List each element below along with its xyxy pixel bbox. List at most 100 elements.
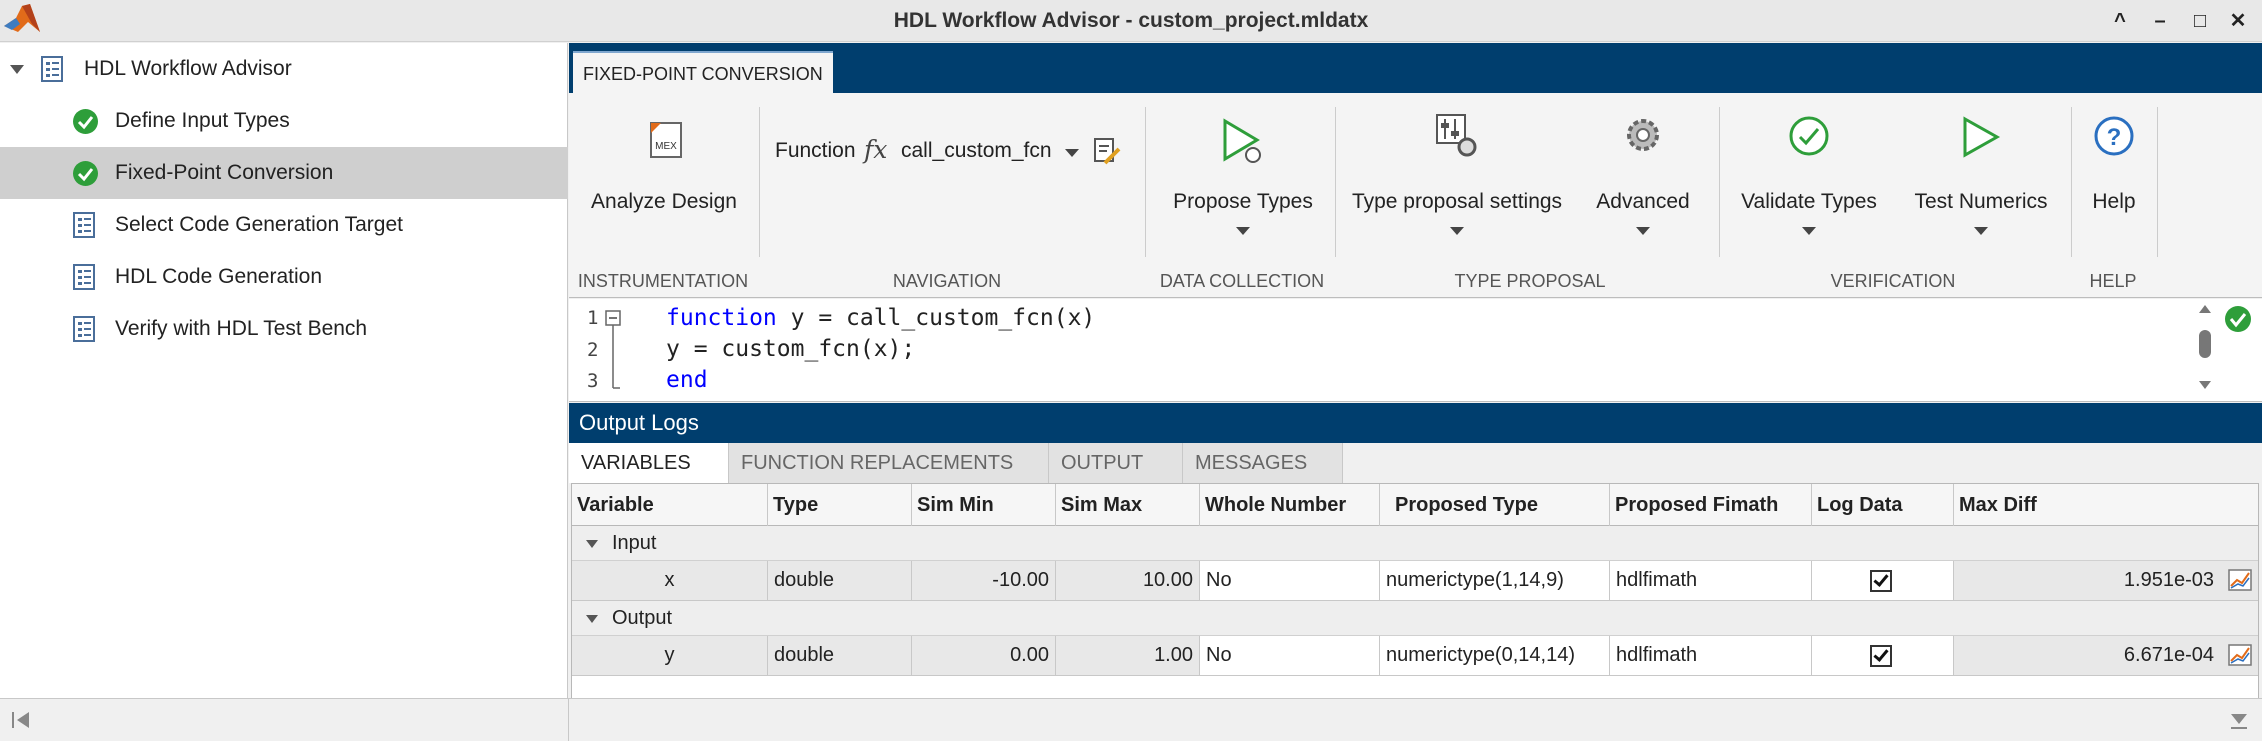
- log-data-checkbox[interactable]: [1870, 570, 1892, 592]
- tree-item-label: HDL Code Generation: [115, 265, 323, 288]
- play-gauge-icon: [1223, 118, 1261, 163]
- code-fold-icon[interactable]: [605, 310, 621, 396]
- svg-text:?: ?: [2107, 124, 2122, 151]
- help-button[interactable]: ? Help: [2077, 107, 2151, 237]
- svg-text:MEX: MEX: [655, 141, 677, 152]
- scroll-up-icon[interactable]: [2199, 305, 2211, 313]
- tree-item-define-input-types[interactable]: Define Input Types: [0, 95, 568, 147]
- tab-output[interactable]: OUTPUT: [1049, 443, 1183, 483]
- analyze-design-button[interactable]: MEX Analyze Design: [579, 107, 749, 237]
- expand-caret-icon[interactable]: [10, 65, 24, 74]
- tree-root-item[interactable]: HDL Workflow Advisor: [0, 43, 568, 95]
- dropdown-arrow-icon[interactable]: [1636, 227, 1650, 235]
- column-header[interactable]: Max Diff: [1954, 484, 2258, 526]
- collapse-window-button[interactable]: ^: [2107, 8, 2133, 34]
- cell-whole-number[interactable]: No: [1200, 636, 1380, 675]
- section-divider: [2157, 107, 2158, 257]
- tree-root-label: HDL Workflow Advisor: [84, 57, 292, 80]
- tab-variables[interactable]: VARIABLES: [569, 443, 729, 483]
- column-header[interactable]: Sim Min: [912, 484, 1056, 526]
- column-header[interactable]: Whole Number: [1200, 484, 1380, 526]
- propose-types-button[interactable]: Propose Types: [1151, 107, 1335, 257]
- close-button[interactable]: ✕: [2225, 8, 2251, 34]
- column-header[interactable]: Variable: [572, 484, 768, 526]
- cell-proposed-type[interactable]: numerictype(1,14,9): [1380, 561, 1610, 600]
- function-select[interactable]: call_custom_fcn: [901, 139, 1052, 163]
- column-header[interactable]: Sim Max: [1056, 484, 1200, 526]
- line-number: 2: [587, 339, 599, 361]
- table-header: Variable Type Sim Min Sim Max Whole Numb…: [572, 484, 2258, 526]
- function-dropdown-arrow-icon[interactable]: [1065, 149, 1079, 157]
- collapse-panel-icon[interactable]: [10, 709, 32, 731]
- cell-proposed-fimath[interactable]: hdlfimath: [1610, 636, 1812, 675]
- analyze-design-label: Analyze Design: [591, 190, 737, 213]
- cell-sim-min: 0.00: [912, 636, 1056, 675]
- test-numerics-label: Test Numerics: [1914, 190, 2048, 213]
- code-line: y = custom_fcn(x);: [666, 336, 915, 362]
- tree-item-fixed-point-conversion[interactable]: Fixed-Point Conversion: [0, 147, 568, 199]
- dropdown-arrow-icon[interactable]: [1236, 227, 1250, 235]
- cell-sim-max: 1.00: [1056, 636, 1200, 675]
- tab-function-replacements[interactable]: FUNCTION REPLACEMENTS: [729, 443, 1049, 483]
- gear-icon: [1627, 119, 1659, 151]
- status-divider: [568, 699, 569, 741]
- tree-item-select-code-generation-target[interactable]: Select Code Generation Target: [0, 199, 568, 251]
- dropdown-arrow-icon[interactable]: [1974, 227, 1988, 235]
- expand-down-icon[interactable]: [2228, 709, 2250, 731]
- group-row-output[interactable]: Output: [572, 601, 2258, 636]
- editor-scrollbar[interactable]: [2195, 299, 2215, 401]
- maximize-button[interactable]: □: [2187, 8, 2213, 34]
- column-header[interactable]: Proposed Fimath: [1610, 484, 1812, 526]
- type-proposal-settings-button[interactable]: Type proposal settings: [1341, 107, 1573, 257]
- validate-types-button[interactable]: Validate Types: [1725, 107, 1893, 257]
- tab-messages[interactable]: MESSAGES: [1183, 443, 1343, 483]
- advanced-label: Advanced: [1596, 190, 1690, 213]
- table-row: y double 0.00 1.00 No numerictype(0,14,1…: [572, 636, 2258, 676]
- cell-variable: y: [572, 636, 768, 675]
- table-row: x double -10.00 10.00 No numerictype(1,1…: [572, 561, 2258, 601]
- group-label: Output: [612, 607, 673, 629]
- cell-proposed-fimath[interactable]: hdlfimath: [1610, 561, 1812, 600]
- tab-fixed-point-conversion[interactable]: FIXED-POINT CONVERSION: [573, 51, 833, 93]
- column-header[interactable]: Type: [768, 484, 912, 526]
- tree-item-verify-with-hdl-test-bench[interactable]: Verify with HDL Test Bench: [0, 303, 568, 355]
- group-row-input[interactable]: Input: [572, 526, 2258, 561]
- dropdown-arrow-icon[interactable]: [1450, 227, 1464, 235]
- mex-file-icon: MEX: [650, 122, 682, 158]
- cell-proposed-type[interactable]: numerictype(0,14,14): [1380, 636, 1610, 675]
- scroll-down-icon[interactable]: [2199, 381, 2211, 389]
- section-label-navigation: NAVIGATION: [892, 271, 1002, 291]
- play-icon: [1963, 116, 2001, 158]
- tree-item-label: Select Code Generation Target: [115, 213, 403, 236]
- task-list-icon: [73, 316, 95, 342]
- column-header[interactable]: Log Data: [1812, 484, 1954, 526]
- status-bar: [0, 698, 2262, 741]
- section-label-type-proposal: TYPE PROPOSAL: [1454, 271, 1606, 291]
- minimize-button[interactable]: –: [2147, 8, 2173, 34]
- code-text: y = call_custom_fcn(x): [776, 305, 1096, 331]
- log-data-checkbox[interactable]: [1870, 645, 1892, 667]
- collapse-caret-icon[interactable]: [586, 615, 598, 623]
- check-circle-outline-icon: [1789, 116, 1829, 156]
- cell-whole-number[interactable]: No: [1200, 561, 1380, 600]
- task-list-icon: [73, 212, 95, 238]
- output-tabs: VARIABLES FUNCTION REPLACEMENTS OUTPUT M…: [569, 443, 2262, 483]
- plot-chart-icon[interactable]: [2228, 644, 2252, 666]
- task-list-icon: [73, 264, 95, 290]
- tree-item-label: Fixed-Point Conversion: [115, 161, 334, 184]
- dropdown-arrow-icon[interactable]: [1802, 227, 1816, 235]
- collapse-caret-icon[interactable]: [586, 540, 598, 548]
- cell-type: double: [768, 636, 912, 675]
- edit-file-icon[interactable]: [1093, 137, 1121, 167]
- test-numerics-button[interactable]: Test Numerics: [1899, 107, 2063, 257]
- code-editor[interactable]: 1 2 3 function y = call_custom_fcn(x) y …: [569, 299, 2262, 402]
- section-divider: [1335, 107, 1336, 257]
- cell-sim-min: -10.00: [912, 561, 1056, 600]
- function-label: Function: [775, 139, 856, 162]
- cell-type: double: [768, 561, 912, 600]
- column-header[interactable]: Proposed Type: [1380, 484, 1610, 526]
- tree-item-hdl-code-generation[interactable]: HDL Code Generation: [0, 251, 568, 303]
- plot-chart-icon[interactable]: [2228, 569, 2252, 591]
- scroll-thumb[interactable]: [2199, 330, 2211, 358]
- advanced-button[interactable]: Advanced: [1579, 107, 1707, 257]
